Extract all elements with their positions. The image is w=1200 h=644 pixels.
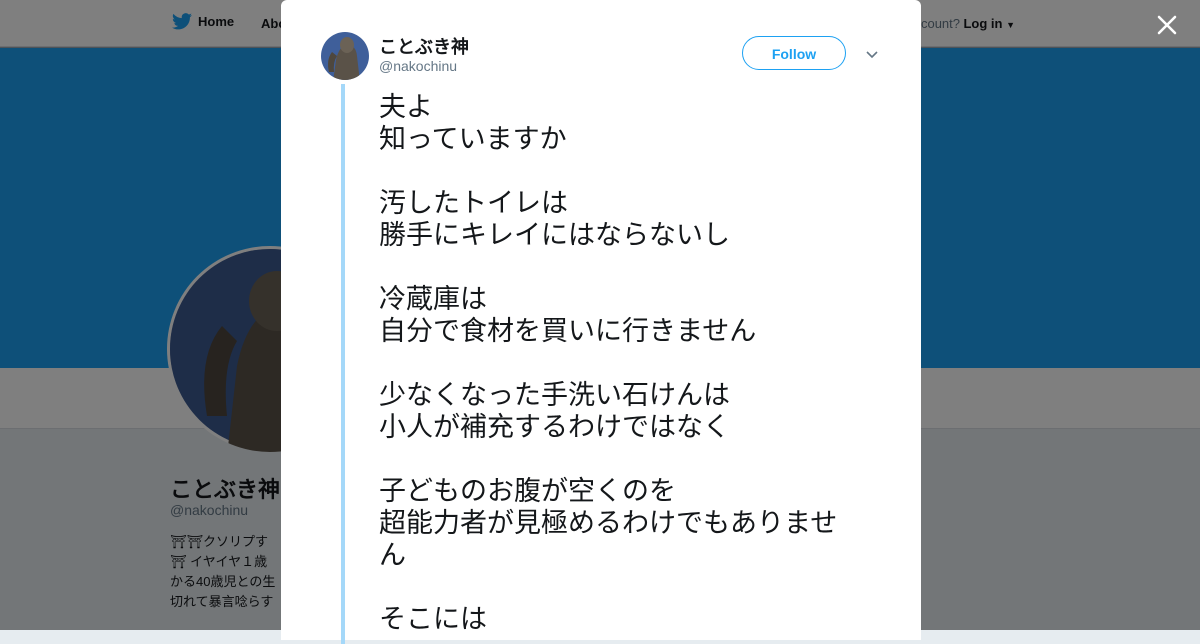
close-icon [1157, 15, 1177, 35]
tweet-options-button[interactable] [865, 48, 879, 60]
author-avatar[interactable] [321, 32, 369, 80]
author-handle[interactable]: @nakochinu [379, 58, 457, 74]
tweet-modal: ことぶき神 @nakochinu Follow 夫よ 知っていますか 汚したトイ… [281, 0, 921, 644]
close-button[interactable] [1154, 12, 1180, 38]
author-display-name[interactable]: ことぶき神 [379, 33, 469, 59]
tweet-text: 夫よ 知っていますか 汚したトイレは 勝手にキレイにはならないし 冷蔵庫は 自分… [379, 92, 838, 635]
author-avatar-image [321, 32, 369, 80]
follow-button[interactable]: Follow [742, 36, 846, 70]
thread-line [341, 84, 345, 644]
chevron-down-icon [866, 51, 878, 59]
